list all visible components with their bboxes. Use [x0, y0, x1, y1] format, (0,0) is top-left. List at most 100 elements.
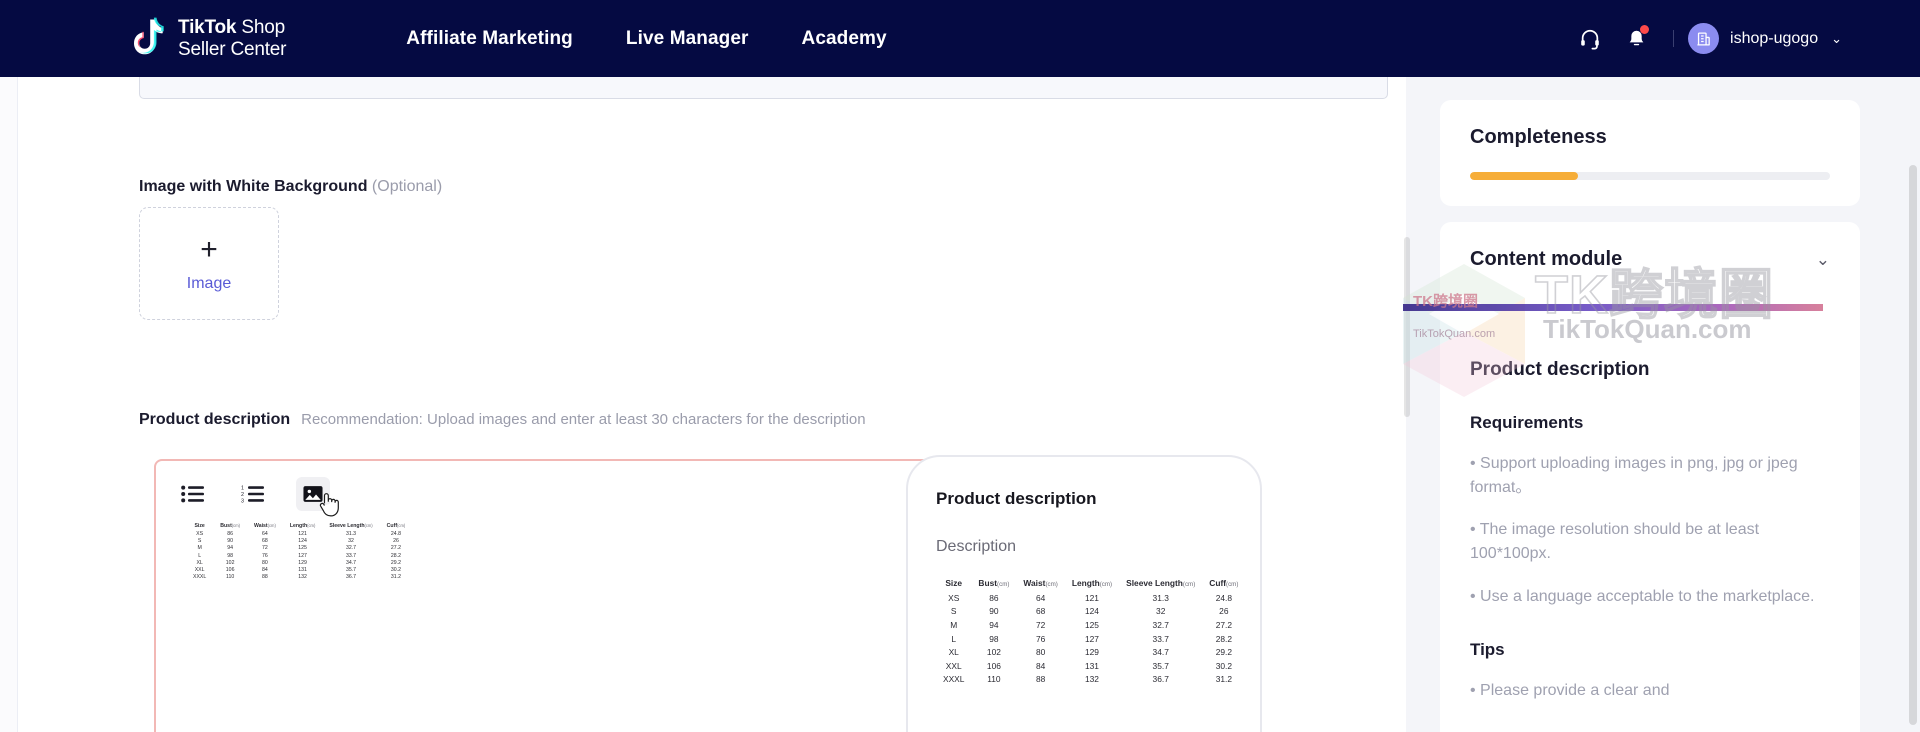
nav-live-manager[interactable]: Live Manager: [626, 28, 749, 50]
unit-label: (cm): [231, 523, 240, 528]
brand-line1-light: Shop: [236, 17, 285, 39]
completeness-progress-fill: [1470, 172, 1578, 180]
size-chart-header-cell: Cuff(cm): [1209, 578, 1239, 588]
size-chart-cell: XL: [196, 559, 203, 566]
content-module-title: Content module: [1470, 248, 1623, 270]
size-chart-cell: 24.8: [390, 531, 401, 538]
size-chart-row: S 90 68 124 32 26: [186, 538, 412, 545]
upload-image-label: Image: [186, 274, 232, 292]
size-chart-header-cell: Size: [945, 578, 963, 588]
size-chart-cell: 80: [1035, 647, 1046, 658]
size-chart-body: XS 86 64 121 31.3 24.8 S 90 68 124 32 26 M 94 72 125 32.…: [186, 531, 412, 581]
insert-image-icon[interactable]: [296, 477, 339, 517]
unit-label: (cm): [997, 581, 1010, 588]
size-chart-cell: 32.7: [1152, 619, 1169, 630]
size-chart-cell: 26: [393, 538, 399, 545]
nav-affiliate-marketing[interactable]: Affiliate Marketing: [406, 28, 573, 50]
right-sidebar: Completeness Content module ⌄ Product de…: [1440, 77, 1895, 732]
svg-text:2: 2: [241, 492, 244, 498]
content-module-header[interactable]: Content module ⌄: [1470, 248, 1830, 271]
preview-subheading: Description: [936, 538, 1017, 555]
size-chart-row: L 98 76 127 33.7 28.2: [186, 552, 412, 559]
size-chart-cell: 129: [1084, 647, 1099, 658]
size-chart-cell: 125: [298, 545, 307, 552]
size-chart-cell: 102: [986, 647, 1001, 658]
unit-label: (cm): [1182, 581, 1196, 588]
size-chart-cell: 33.7: [345, 552, 357, 559]
requirements-heading: Requirements: [1470, 413, 1584, 432]
brand-text: TikTok Shop Seller Center: [178, 17, 286, 60]
user-menu[interactable]: ishop-ugogo ⌄: [1688, 23, 1846, 54]
svg-text:1: 1: [241, 486, 244, 492]
size-chart-cell: 36.7: [1152, 674, 1169, 685]
size-chart-cell: 132: [298, 574, 307, 581]
mobile-preview-panel: Product description Description Size Bust…: [906, 455, 1262, 732]
size-chart-row: L 98 76 127 33.7 28.2: [936, 632, 1245, 646]
size-chart-table-preview: Size Bust(cm) Waist(cm) Length(cm) Sleeve Le…: [936, 578, 1245, 686]
size-chart-cell: 106: [986, 660, 1001, 671]
size-chart-cell: 72: [262, 545, 268, 552]
size-chart-cell: 88: [262, 574, 268, 581]
headset-icon[interactable]: [1567, 16, 1613, 62]
page-scrollbar-thumb[interactable]: [1909, 165, 1917, 725]
svg-text:3: 3: [241, 498, 244, 503]
size-chart-cell: S: [950, 606, 957, 617]
product-description-hint: Recommendation: Upload images and enter …: [301, 411, 866, 428]
unit-label: (cm): [1045, 581, 1058, 588]
size-chart-row: XXXL 110 88 132 36.7 31.2: [186, 574, 412, 581]
size-chart-cell: 28.2: [390, 552, 401, 559]
size-chart-cell: 27.2: [1215, 619, 1232, 630]
completeness-progress-track: [1470, 172, 1830, 180]
size-chart-cell: 124: [1084, 606, 1099, 617]
size-chart-cell: 34.7: [345, 559, 357, 566]
size-chart-cell: 124: [298, 538, 307, 545]
size-chart-cell: 129: [298, 559, 307, 566]
size-chart-header-cell: Waist(cm): [1023, 578, 1058, 588]
bell-icon[interactable]: [1613, 16, 1659, 62]
size-chart-cell: 94: [989, 619, 999, 630]
top-navigation-bar: TikTok Shop Seller Center Affiliate Mark…: [0, 0, 1920, 77]
editor-content-area[interactable]: Size Bust(cm) Waist(cm) Length(cm) Sleeve Le…: [156, 517, 997, 587]
unit-label: (cm): [307, 523, 316, 528]
size-chart-header-cell: Bust(cm): [978, 578, 1010, 588]
content-module-panel: Content module ⌄ Product description Req…: [1440, 222, 1860, 732]
size-chart-cell: 68: [262, 538, 268, 545]
size-chart-cell: S: [197, 538, 202, 545]
nav-academy[interactable]: Academy: [802, 28, 887, 50]
unit-label: (cm): [397, 523, 406, 528]
size-chart-header-row: Size Bust(cm) Waist(cm) Length(cm) Sleeve Le…: [936, 578, 1245, 591]
sidebar-section-title: Product description: [1470, 359, 1650, 380]
size-chart-cell: 68: [1035, 606, 1046, 617]
brand-logo[interactable]: TikTok Shop Seller Center: [131, 17, 286, 61]
description-rich-text-editor[interactable]: 1 2 3 Size Bust(cm) Waist(cm) Length(cm)…: [154, 459, 999, 732]
size-chart-cell: 32: [348, 538, 354, 545]
size-chart-cell: 106: [225, 567, 235, 574]
size-chart-cell: 132: [1084, 674, 1099, 685]
size-chart-cell: XXL: [945, 660, 962, 671]
editor-toolbar: 1 2 3: [156, 461, 997, 517]
size-chart-cell: 30.2: [390, 567, 401, 574]
size-chart-cell: 35.7: [1152, 660, 1169, 671]
size-chart-cell: 34.7: [1152, 647, 1169, 658]
size-chart-cell: 90: [989, 606, 999, 617]
left-rail: [0, 77, 18, 732]
unit-label: (cm): [1099, 581, 1113, 588]
inner-scrollbar-thumb[interactable]: [1404, 237, 1410, 417]
product-form-card: Image with White Background (Optional) +…: [18, 71, 1406, 732]
size-chart-header-cell: Sleeve Length(cm): [1126, 578, 1196, 588]
size-chart-row: M 94 72 125 32.7 27.2: [186, 545, 412, 552]
size-chart-cell: 127: [298, 552, 307, 559]
upload-image-button[interactable]: + Image: [139, 207, 279, 320]
size-chart-row: XS 86 64 121 31.3 24.8: [186, 531, 412, 538]
size-chart-cell: XXL: [194, 567, 205, 574]
size-chart-cell: 32: [1156, 606, 1166, 617]
bullet-list-icon[interactable]: [176, 477, 210, 511]
numbered-list-icon[interactable]: 1 2 3: [236, 477, 270, 511]
seller-center-page: TikTok Shop Seller Center Affiliate Mark…: [0, 0, 1920, 732]
size-chart-cell: 72: [1035, 619, 1046, 630]
size-chart-cell: XL: [948, 647, 959, 658]
size-chart-row: XXL 106 84 131 35.7 30.2: [936, 659, 1245, 673]
size-chart-cell: XXXL: [193, 574, 207, 581]
size-chart-cell: 31.2: [390, 574, 401, 581]
requirement-item: • The image resolution should be at leas…: [1470, 521, 1760, 563]
